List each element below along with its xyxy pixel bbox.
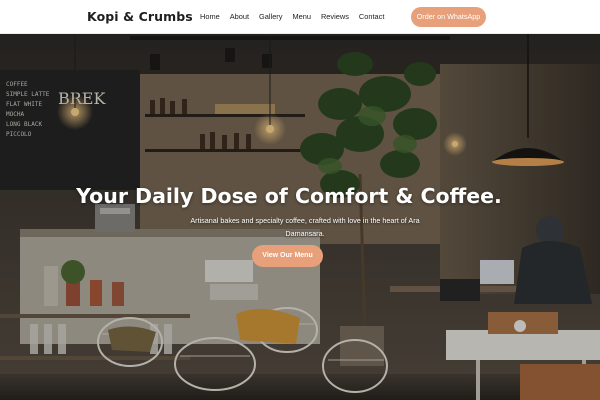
view-menu-button[interactable]: View Our Menu bbox=[252, 245, 323, 267]
hero-section: COFFEE SIMPLE LATTE FLAT WHITE MOCHA LON… bbox=[0, 34, 600, 400]
order-whatsapp-button[interactable]: Order on WhatsApp bbox=[411, 7, 486, 27]
hero-title: Your Daily Dose of Comfort & Coffee. bbox=[76, 183, 502, 208]
nav-link-menu[interactable]: Menu bbox=[292, 12, 311, 21]
site-header: Kopi & Crumbs Home About Gallery Menu Re… bbox=[0, 0, 600, 34]
hero-subtitle: Artisanal bakes and specialty coffee, cr… bbox=[190, 216, 420, 239]
nav-link-home[interactable]: Home bbox=[200, 12, 220, 21]
nav-link-reviews[interactable]: Reviews bbox=[321, 12, 349, 21]
nav-link-about[interactable]: About bbox=[230, 12, 249, 21]
brand-logo[interactable]: Kopi & Crumbs bbox=[87, 9, 193, 24]
main-nav: Home About Gallery Menu Reviews Contact bbox=[200, 12, 394, 21]
nav-link-contact[interactable]: Contact bbox=[359, 12, 384, 21]
nav-link-gallery[interactable]: Gallery bbox=[259, 12, 282, 21]
